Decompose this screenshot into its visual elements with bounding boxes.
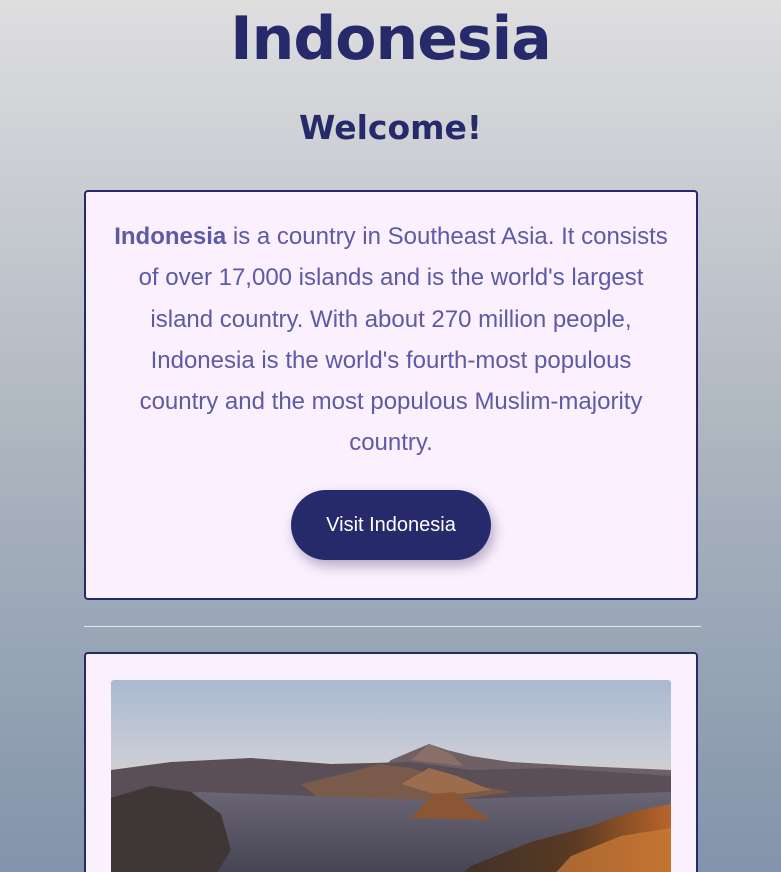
section-divider (84, 626, 701, 627)
intro-body: is a country in Southeast Asia. It consi… (138, 223, 668, 457)
page-title: Indonesia (230, 4, 551, 74)
intro-paragraph: Indonesia is a country in Southeast Asia… (108, 216, 674, 464)
visit-indonesia-button[interactable]: Visit Indonesia (291, 490, 491, 560)
welcome-heading: Welcome! (299, 108, 482, 147)
intro-card: Indonesia is a country in Southeast Asia… (84, 190, 698, 600)
photo-card (84, 652, 698, 872)
intro-lead: Indonesia (114, 223, 227, 250)
volcano-landscape-image (111, 680, 671, 872)
